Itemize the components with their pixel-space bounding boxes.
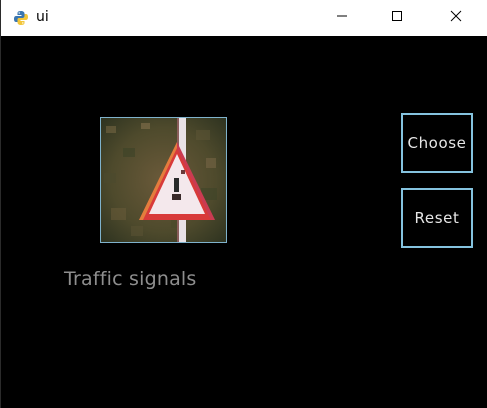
window-title: ui <box>36 9 49 25</box>
client-area: Traffic signals Choose Reset <box>1 36 487 408</box>
image-caption: Traffic signals <box>64 268 197 290</box>
minimize-icon <box>336 9 348 27</box>
choose-button[interactable]: Choose <box>401 113 473 173</box>
reset-button[interactable]: Reset <box>401 188 473 248</box>
maximize-icon <box>391 9 403 27</box>
title-bar[interactable]: ui <box>1 0 487 36</box>
close-button[interactable] <box>433 0 479 36</box>
close-icon <box>450 9 462 27</box>
maximize-button[interactable] <box>374 0 420 36</box>
python-icon <box>13 10 29 26</box>
minimize-button[interactable] <box>319 0 365 36</box>
traffic-sign-image <box>100 117 227 243</box>
app-window: ui Traffic signals Choose Reset <box>0 0 487 408</box>
